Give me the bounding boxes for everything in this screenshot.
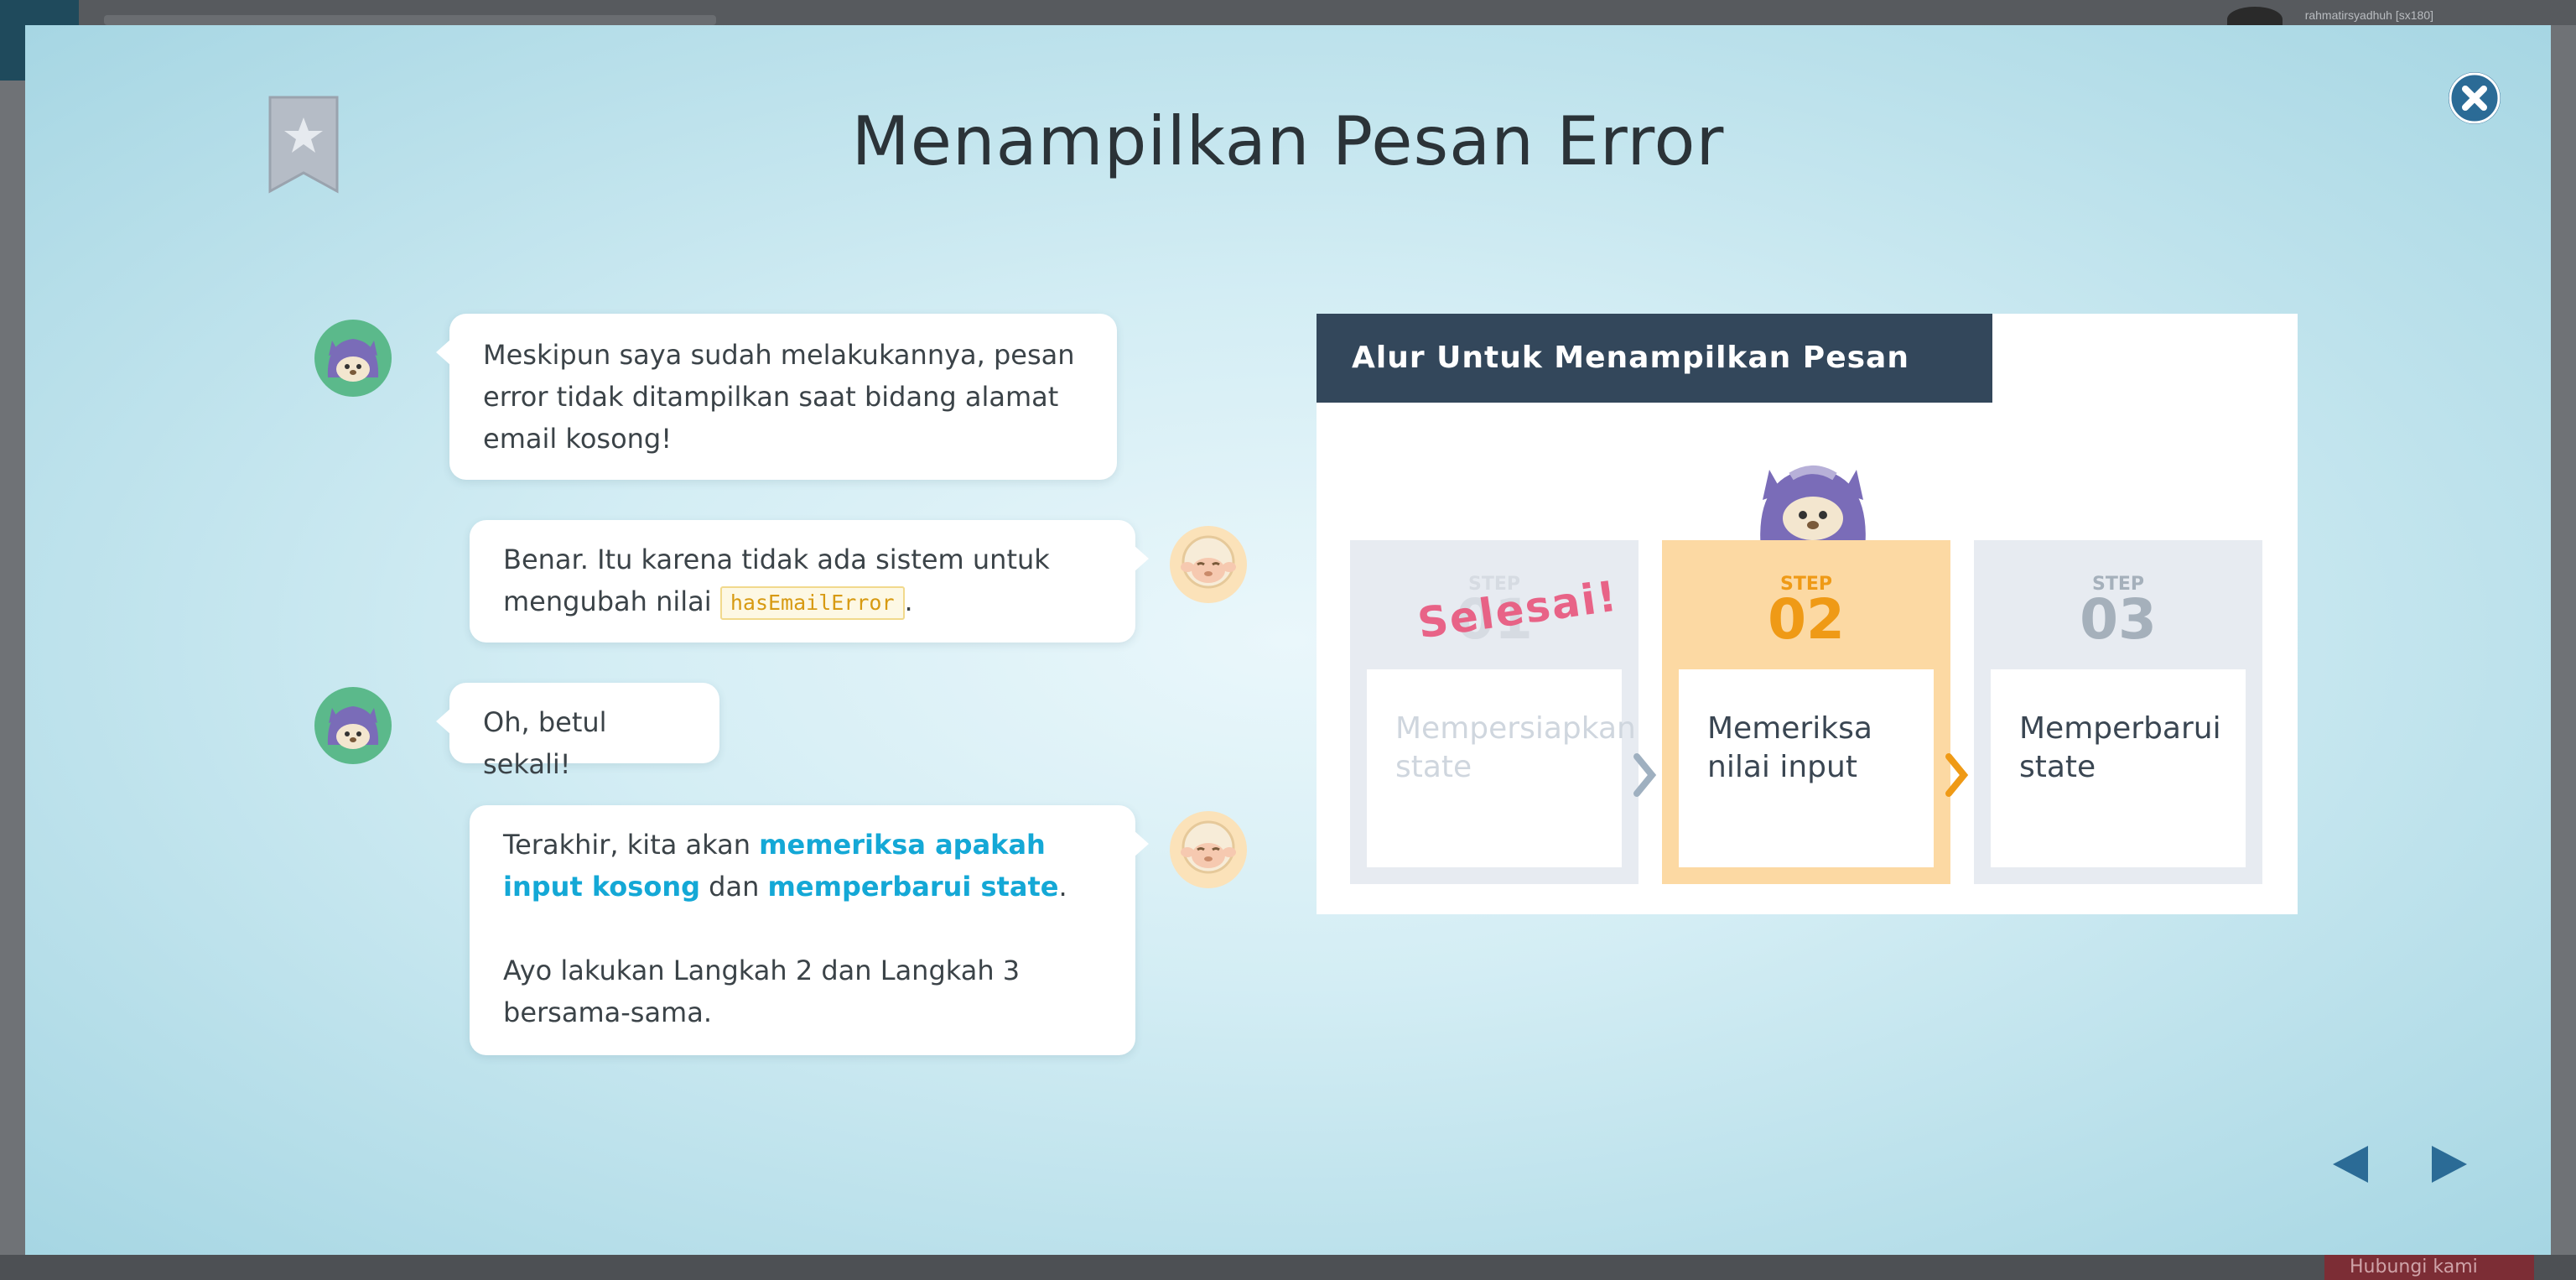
- background-bottombar: [0, 1255, 2576, 1280]
- background-search: [104, 15, 716, 25]
- step-label: Memperbarui state: [1991, 669, 2246, 867]
- chat-text: Oh, betul sekali!: [483, 706, 607, 780]
- chat-text: .: [904, 585, 913, 617]
- chevron-right-icon: [1633, 753, 1657, 797]
- ninja-avatar: [314, 686, 392, 765]
- chat-bubble-3: Oh, betul sekali!: [436, 683, 719, 780]
- chat-bubble-1: Meskipun saya sudah melakukannya, pesan …: [436, 314, 1117, 480]
- chat-bubble-2: Benar. Itu karena tidak ada sistem untuk…: [470, 520, 1149, 643]
- highlight-text: memperbarui state: [767, 871, 1059, 903]
- contact-button: Hubungi kami: [2324, 1255, 2534, 1280]
- chat-bubble-4: Terakhir, kita akan memeriksa apakah inp…: [470, 805, 1149, 1055]
- ninja-mascot-icon: [1760, 466, 1866, 550]
- chat-text: .: [1058, 871, 1067, 903]
- next-arrow-icon[interactable]: [2428, 1142, 2470, 1186]
- background-username: rahmatirsyadhuh [sx180]: [2304, 8, 2433, 22]
- flow-header: Alur Untuk Menampilkan Pesan Error: [1317, 314, 1992, 464]
- chat-text: dan: [700, 871, 768, 903]
- chat-paragraph: Terakhir, kita akan memeriksa apakah inp…: [503, 824, 1102, 908]
- step-label: Memeriksa nilai input: [1679, 669, 1934, 867]
- chat-text: Terakhir, kita akan: [503, 829, 760, 861]
- close-icon[interactable]: [2449, 72, 2501, 124]
- step-number: 03: [2080, 587, 2157, 652]
- sheep-avatar: [1169, 525, 1248, 604]
- sheep-avatar: [1169, 810, 1248, 889]
- chevron-right-icon: [1945, 753, 1969, 797]
- step-label: Mempersiapkan state: [1367, 669, 1636, 867]
- ninja-avatar: [314, 319, 392, 398]
- step-number: 02: [1768, 587, 1845, 652]
- chat-paragraph: Ayo lakukan Langkah 2 dan Langkah 3 bers…: [503, 955, 1021, 1028]
- step-2: STEP 02 Memeriksa nilai input: [1662, 540, 1950, 884]
- chat-text: Meskipun saya sudah melakukannya, pesan …: [483, 339, 1075, 455]
- code-snippet: hasEmailError: [719, 586, 905, 620]
- prev-arrow-icon[interactable]: [2329, 1142, 2371, 1186]
- step-3: STEP 03 Memperbarui state: [1974, 540, 2262, 884]
- slide-modal: Menampilkan Pesan Error Meskipun saya su…: [25, 25, 2551, 1255]
- slide-title: Menampilkan Pesan Error: [851, 102, 1725, 180]
